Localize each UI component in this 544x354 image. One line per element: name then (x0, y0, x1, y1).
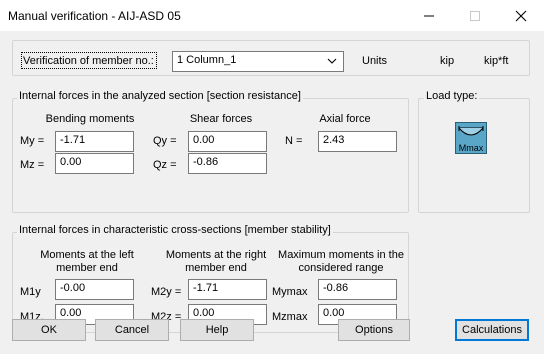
member-label-focus (21, 52, 157, 69)
max-header-1: Maximum moments in the (278, 249, 404, 261)
right-header-1: Moments at the right (165, 249, 267, 261)
m1y-label: M1y (20, 286, 41, 298)
mz-field[interactable]: 0.00 (55, 153, 134, 174)
title-bar: Manual verification - AIJ-ASD 05 (0, 0, 544, 31)
chevron-down-icon (327, 58, 337, 64)
mz-label: Mz = (20, 159, 45, 171)
section-group-title: Internal forces in the analyzed section … (17, 90, 303, 102)
mymax-label: Mymax (272, 286, 308, 298)
qz-field[interactable]: -0.86 (188, 153, 267, 174)
mzmax-label: Mzmax (272, 311, 308, 323)
left-header-2: member end (56, 262, 118, 274)
mymax-field[interactable]: -0.86 (318, 279, 397, 300)
qy-field[interactable]: 0.00 (188, 131, 267, 152)
options-button[interactable]: Options (338, 319, 410, 341)
calculations-button[interactable]: Calculations (455, 319, 529, 341)
m2y-field[interactable]: -1.71 (188, 279, 267, 300)
minimize-icon (424, 15, 434, 16)
left-header-1: Moments at the left (40, 249, 134, 261)
units-label: Units (362, 55, 388, 67)
help-button[interactable]: Help (180, 319, 254, 341)
moment-diagram-icon (458, 126, 484, 136)
load-type-group (418, 98, 530, 213)
window-title: Manual verification - AIJ-ASD 05 (8, 9, 181, 23)
m1y-field[interactable]: -0.00 (55, 279, 134, 300)
mmax-caption: Mmax (458, 143, 484, 153)
maximize-icon (470, 10, 480, 21)
qy-label: Qy = (153, 135, 177, 147)
qz-label: Qz = (153, 159, 177, 171)
m2y-label: M2y = (151, 286, 182, 298)
minimize-button[interactable] (406, 0, 452, 31)
cancel-button[interactable]: Cancel (95, 319, 169, 341)
close-button[interactable] (498, 0, 544, 31)
stability-group-title: Internal forces in characteristic cross-… (17, 224, 333, 236)
my-label: My = (20, 135, 45, 147)
member-select-value: 1 Column_1 (177, 54, 237, 66)
ok-button[interactable]: OK (12, 319, 86, 341)
right-header-2: member end (185, 262, 247, 274)
my-field[interactable]: -1.71 (55, 131, 134, 152)
close-icon (515, 10, 527, 21)
n-field[interactable]: 2.43 (318, 131, 397, 152)
load-type-title: Load type: (424, 90, 480, 102)
unit-force: kip (440, 55, 455, 67)
maximize-button[interactable] (452, 0, 498, 31)
bending-header: Bending moments (45, 113, 135, 125)
n-label: N = (285, 135, 303, 147)
axial-header: Axial force (319, 113, 371, 125)
mmax-load-icon[interactable]: Mmax (455, 122, 487, 154)
unit-moment: kip*ft (484, 55, 509, 67)
shear-header: Shear forces (189, 113, 253, 125)
member-select[interactable]: 1 Column_1 (172, 51, 344, 72)
max-header-2: considered range (298, 262, 384, 274)
dialog-body: Verification of member no.: 1 Column_1 U… (0, 31, 544, 354)
